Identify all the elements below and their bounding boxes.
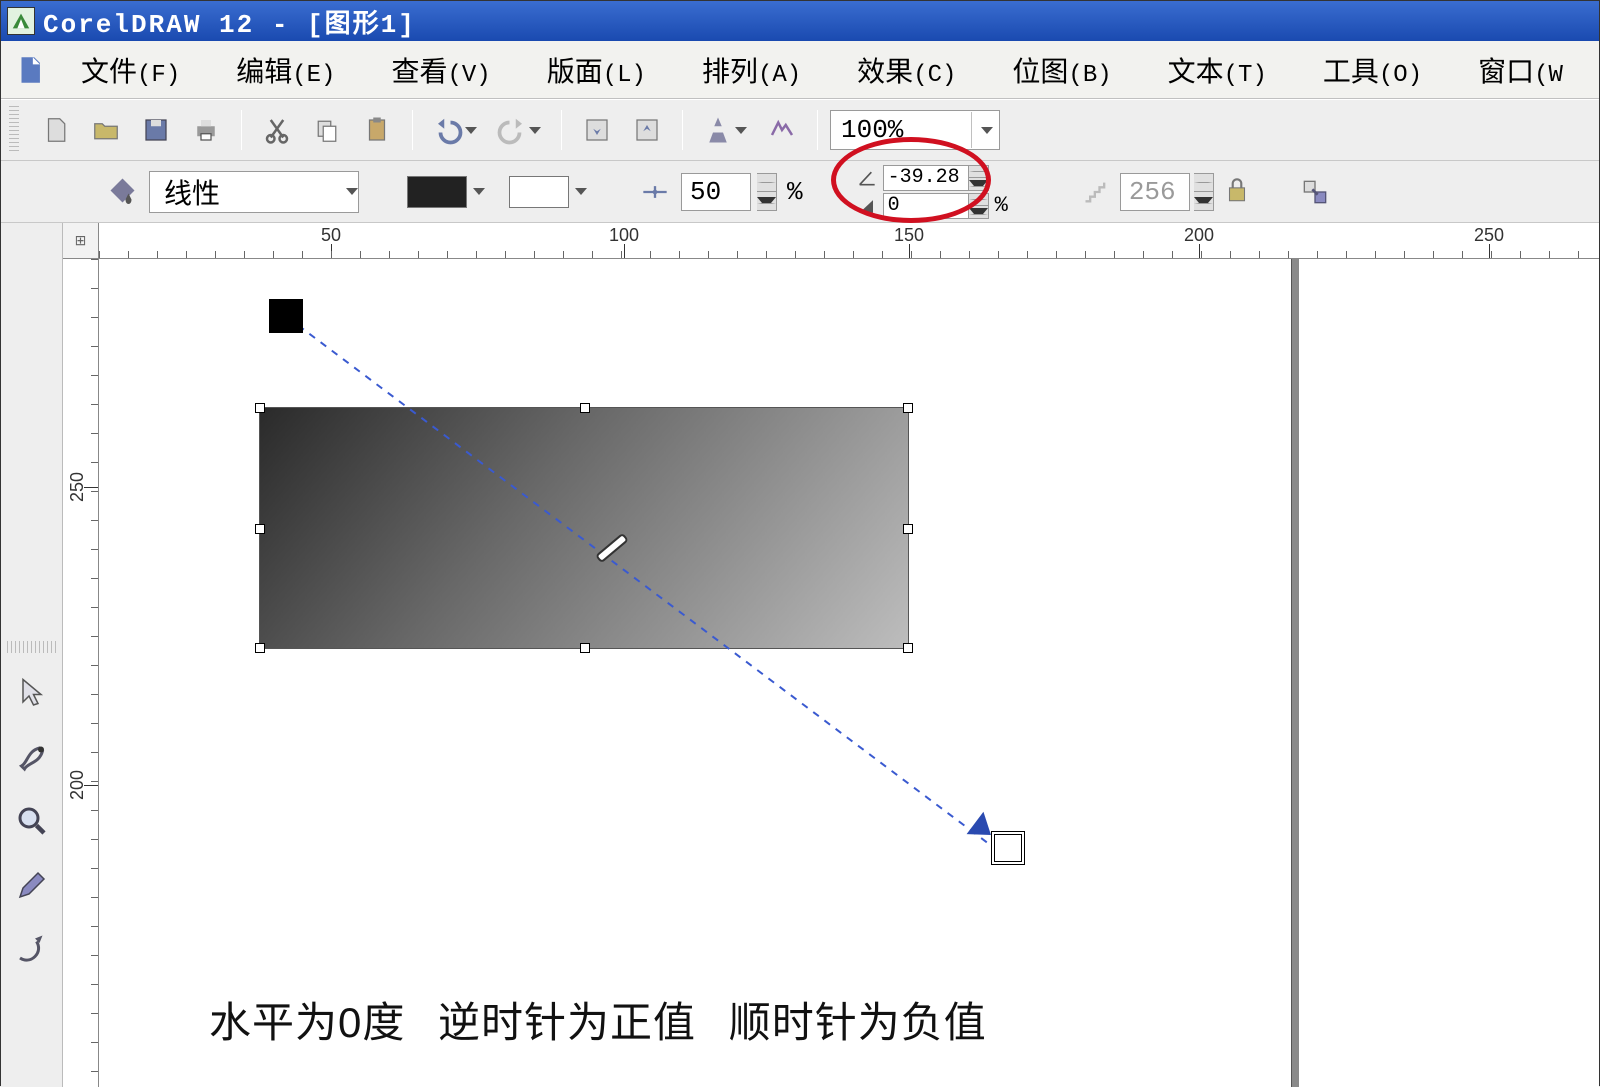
new-button[interactable] bbox=[33, 107, 79, 153]
to-color-picker[interactable] bbox=[509, 176, 587, 208]
app-launcher-button[interactable] bbox=[695, 107, 755, 153]
selection-handle[interactable] bbox=[255, 403, 265, 413]
menu-effects[interactable]: 效果(C) bbox=[829, 44, 984, 96]
toolbox-handle[interactable] bbox=[7, 641, 56, 653]
chevron-down-icon[interactable] bbox=[971, 112, 999, 148]
property-bar: 线性 50 % -39.28 0 % 256 bbox=[1, 161, 1599, 223]
edge-pad-spinner[interactable] bbox=[969, 193, 989, 219]
selection-handle[interactable] bbox=[255, 643, 265, 653]
pick-tool[interactable] bbox=[7, 663, 56, 723]
copy-properties-button[interactable] bbox=[1292, 169, 1338, 215]
gradient-start-handle[interactable] bbox=[269, 299, 303, 333]
ruler-horizontal[interactable]: 50100150200250 bbox=[99, 223, 1599, 259]
window-title: CorelDRAW 12 - [图形1] bbox=[43, 3, 416, 40]
shape-tool[interactable] bbox=[7, 727, 56, 787]
copy-button[interactable] bbox=[304, 107, 350, 153]
smart-draw-tool[interactable] bbox=[7, 919, 56, 979]
to-color-swatch bbox=[509, 176, 569, 208]
fill-tool-icon bbox=[101, 172, 141, 212]
redo-button[interactable] bbox=[489, 107, 549, 153]
from-color-picker[interactable] bbox=[407, 176, 485, 208]
menu-arrange[interactable]: 排列(A) bbox=[674, 44, 829, 96]
import-button[interactable] bbox=[574, 107, 620, 153]
chevron-down-icon[interactable] bbox=[473, 188, 485, 195]
steps-input: 256 bbox=[1120, 173, 1190, 211]
selection-handle[interactable] bbox=[255, 524, 265, 534]
gradient-end-handle[interactable] bbox=[991, 831, 1025, 865]
paste-button[interactable] bbox=[354, 107, 400, 153]
chevron-down-icon[interactable] bbox=[344, 188, 358, 195]
angle-spinner[interactable] bbox=[969, 165, 989, 191]
angle-edge-group: -39.28 0 % bbox=[855, 165, 1008, 219]
menu-layout[interactable]: 版面(L) bbox=[519, 44, 674, 96]
edge-pad-icon bbox=[855, 195, 881, 217]
selected-rectangle[interactable] bbox=[259, 407, 909, 649]
selection-handle[interactable] bbox=[580, 403, 590, 413]
steps-icon bbox=[1076, 172, 1116, 212]
toolbar-handle[interactable] bbox=[9, 106, 19, 154]
freehand-tool[interactable] bbox=[7, 855, 56, 915]
menu-window[interactable]: 窗口(W bbox=[1450, 44, 1591, 96]
fill-type-value: 线性 bbox=[164, 172, 220, 212]
menu-bar: 文件(F) 编辑(E) 查看(V) 版面(L) 排列(A) 效果(C) 位图(B… bbox=[1, 41, 1599, 99]
workspace: ⊞ 50100150200250 250200 bbox=[1, 223, 1599, 1087]
angle-input[interactable]: -39.28 bbox=[883, 165, 969, 191]
menu-view[interactable]: 查看(V) bbox=[363, 44, 518, 96]
midpoint-input[interactable]: 50 bbox=[681, 173, 751, 211]
ruler-row: ⊞ 50100150200250 bbox=[63, 223, 1599, 259]
menu-file[interactable]: 文件(F) bbox=[53, 44, 208, 96]
menu-text[interactable]: 文本(T) bbox=[1140, 44, 1295, 96]
cut-button[interactable] bbox=[254, 107, 300, 153]
app-icon bbox=[7, 7, 35, 35]
menu-tools[interactable]: 工具(O) bbox=[1295, 44, 1450, 96]
selection-handle[interactable] bbox=[903, 643, 913, 653]
zoom-combo[interactable]: 100% bbox=[830, 110, 1000, 150]
lock-icon[interactable] bbox=[1224, 175, 1254, 209]
page-boundary bbox=[1291, 259, 1299, 1087]
annotation-text: 水平为0度 逆时针为正值 顺时针为负值 bbox=[209, 989, 1007, 1050]
menu-bitmap[interactable]: 位图(B) bbox=[984, 44, 1139, 96]
midpoint-icon bbox=[635, 172, 675, 212]
new-doc-icon[interactable] bbox=[7, 53, 53, 87]
midpoint-spinner[interactable] bbox=[757, 173, 777, 211]
export-button[interactable] bbox=[624, 107, 670, 153]
percent-label: % bbox=[787, 177, 803, 207]
edge-pad-input[interactable]: 0 bbox=[883, 193, 969, 219]
undo-button[interactable] bbox=[425, 107, 485, 153]
fill-type-combo[interactable]: 线性 bbox=[149, 171, 359, 213]
ruler-origin[interactable]: ⊞ bbox=[63, 223, 99, 259]
standard-toolbar: 100% bbox=[1, 99, 1599, 161]
zoom-tool[interactable] bbox=[7, 791, 56, 851]
corel-online-button[interactable] bbox=[759, 107, 805, 153]
save-button[interactable] bbox=[133, 107, 179, 153]
open-button[interactable] bbox=[83, 107, 129, 153]
selection-handle[interactable] bbox=[903, 403, 913, 413]
selection-handle[interactable] bbox=[580, 643, 590, 653]
from-color-swatch bbox=[407, 176, 467, 208]
title-bar: CorelDRAW 12 - [图形1] bbox=[1, 1, 1599, 41]
angle-icon bbox=[855, 167, 881, 189]
toolbox-gutter bbox=[1, 223, 63, 1087]
percent-label: % bbox=[995, 193, 1008, 218]
steps-spinner bbox=[1194, 173, 1214, 211]
zoom-value: 100% bbox=[841, 115, 903, 145]
canvas[interactable]: 水平为0度 逆时针为正值 顺时针为负值 bbox=[99, 259, 1599, 1087]
print-button[interactable] bbox=[183, 107, 229, 153]
ruler-vertical[interactable]: 250200 bbox=[63, 259, 99, 1087]
chevron-down-icon[interactable] bbox=[575, 188, 587, 195]
menu-edit[interactable]: 编辑(E) bbox=[208, 44, 363, 96]
selection-handle[interactable] bbox=[903, 524, 913, 534]
